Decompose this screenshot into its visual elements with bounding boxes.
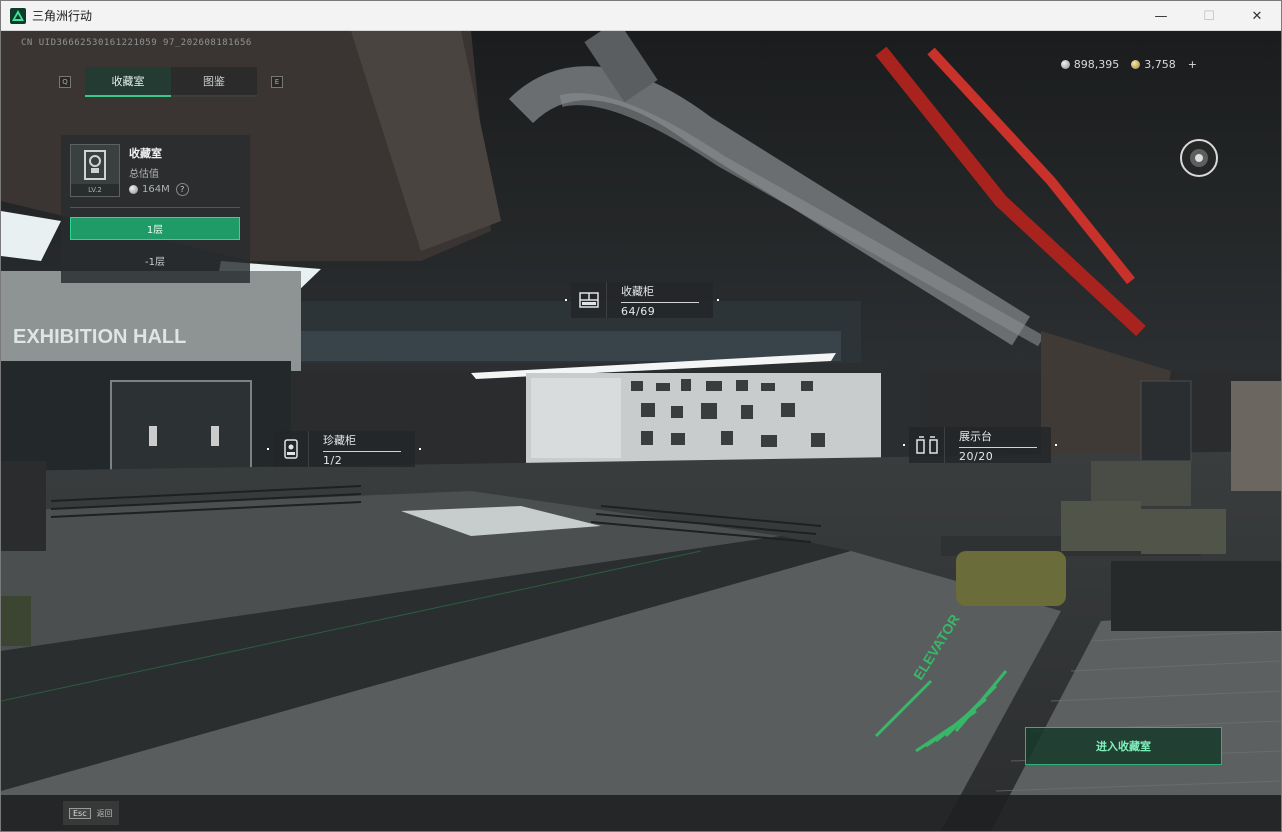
minimize-button[interactable]: — [1137,1,1185,31]
esc-key-hint: Esc [69,807,91,819]
enter-collection-room-button[interactable]: 进入收藏室 [1025,727,1222,765]
treasure-case-icon [273,431,309,467]
window-title: 三角洲行动 [32,9,93,23]
tab-catalog[interactable]: 图鉴 [171,67,257,97]
music-disc-button[interactable] [1180,139,1218,177]
room-info-panel: LV.2 收藏室 总估值 164M ? 1层 -1层 [61,135,250,283]
total-value-label: 总估值 [129,169,159,180]
display-stand-icon [909,427,945,463]
poi-count: 1/2 [323,453,343,467]
poi-count: 64/69 [621,304,656,318]
silver-amount: 898,395 [1073,58,1120,71]
silver-coin-icon [1060,60,1070,69]
help-icon[interactable]: ? [175,183,189,196]
disc-icon [1195,154,1203,162]
main-tabs: Q 收藏室 图鉴 E [59,67,283,97]
silver-currency: 898,395 [1060,58,1120,71]
bottom-bar: Esc 返回 [1,795,1281,831]
esc-label: 返回 [96,808,113,818]
add-currency-button[interactable]: + [1188,58,1197,71]
tab-right-key-hint: E [271,76,283,88]
poi-treasure-case[interactable]: 珍藏柜 1/2 [267,431,421,467]
exhibition-hall-sign: EXHIBITION HALL [13,326,186,348]
title-bar: 三角洲行动 — ☐ ✕ [1,1,1281,31]
gold-currency: 3,758 [1131,58,1176,71]
floor-button-b1[interactable]: -1层 [70,249,240,272]
poi-name: 展示台 [959,429,992,443]
floor-button-1[interactable]: 1层 [70,217,240,240]
poi-name: 珍藏柜 [323,433,356,447]
close-button[interactable]: ✕ [1233,1,1281,31]
room-level-badge: LV.2 [70,144,120,197]
poi-collection-cabinet[interactable]: 收藏柜 64/69 [565,282,719,318]
total-value-amount: 164M [142,184,170,195]
gold-coin-icon [1131,60,1141,69]
total-value: 164M ? [129,183,189,196]
maximize-button[interactable]: ☐ [1185,1,1233,31]
gold-amount: 3,758 [1144,58,1176,71]
poi-name: 收藏柜 [621,284,654,298]
tab-collection-room[interactable]: 收藏室 [85,67,171,97]
app-logo-icon [10,7,26,24]
room-name: 收藏室 [129,147,162,160]
panel-divider [70,207,240,208]
room-level: LV.2 [71,184,119,196]
game-window: 三角洲行动 — ☐ ✕ EXHIBITION HALL ELEVATOR CN … [0,0,1282,832]
player-uid: CN UID36662530161221059 97_202608181656 [21,38,252,48]
game-scene: EXHIBITION HALL ELEVATOR CN UID366625301… [1,31,1281,831]
trophy-cabinet-icon [84,150,106,180]
currency-bar: 898,395 3,758 + [1060,58,1197,71]
silver-coin-icon [129,185,138,194]
tab-left-key-hint: Q [59,76,71,88]
poi-count: 20/20 [959,449,994,463]
esc-back-button[interactable]: Esc 返回 [63,801,119,825]
poi-display-stand[interactable]: 展示台 20/20 [903,427,1057,463]
cabinet-icon [571,282,607,318]
